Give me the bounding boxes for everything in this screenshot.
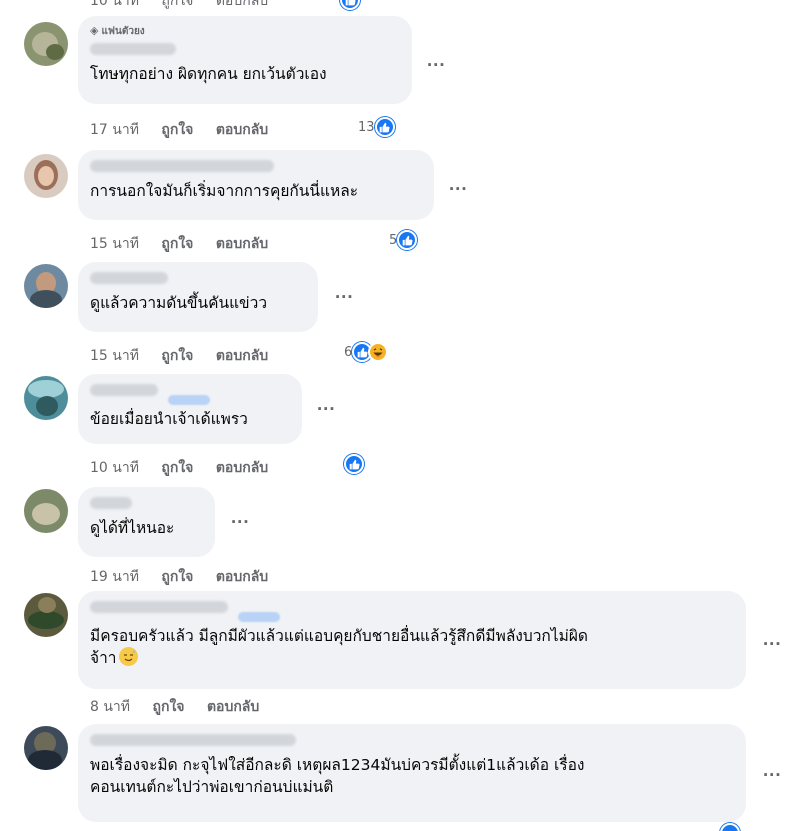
avatar[interactable] bbox=[24, 376, 68, 420]
comment-bubble: ข้อยเมื่อยนำเจ้าเด้แพรว bbox=[78, 374, 302, 444]
avatar[interactable] bbox=[24, 264, 68, 308]
more-options-button[interactable]: ··· bbox=[760, 766, 784, 784]
like-reaction-icon bbox=[720, 823, 740, 831]
commenter-name[interactable] bbox=[90, 384, 158, 396]
comment-bubble: ดูแล้วความดันขึ้นคันแข่วว bbox=[78, 262, 318, 332]
comment-text: ดูได้ที่ไหนอะ bbox=[90, 519, 175, 537]
comment-actions: 15 นาที ถูกใจ ตอบกลับ bbox=[90, 345, 286, 367]
more-options-button[interactable]: ··· bbox=[760, 635, 784, 653]
comment-time: 10 นาที bbox=[90, 460, 139, 476]
reaction-count: 6 bbox=[344, 344, 353, 360]
comment-actions: 15 นาที ถูกใจ ตอบกลับ bbox=[90, 233, 286, 255]
diamond-icon: ◈ bbox=[90, 24, 99, 37]
top-fan-badge: ◈ แฟนตัวยง bbox=[90, 24, 145, 37]
like-link[interactable]: ถูกใจ bbox=[161, 348, 193, 364]
comment-text: การนอกใจมันก็เริ่มจากการคุยกันนี่แหละ bbox=[90, 182, 359, 200]
like-link[interactable]: ถูกใจ bbox=[161, 569, 193, 585]
comment-text: มีครอบครัวแล้ว มีลูกมีผัวแล้วแต่แอบคุยกั… bbox=[90, 627, 588, 667]
like-link[interactable]: ถูกใจ bbox=[161, 0, 193, 9]
like-link[interactable]: ถูกใจ bbox=[161, 460, 193, 476]
comment-bubble: ◈ แฟนตัวยง โทษทุกอย่าง ผิดทุกคน ยกเว้นตัว… bbox=[78, 16, 412, 104]
like-reaction-icon bbox=[374, 117, 395, 137]
comment-time: 17 นาที bbox=[90, 122, 139, 138]
comment-bubble: พอเรื่องจะมิด กะจุไฟใส่อีกละดิ เหตุผล123… bbox=[78, 724, 746, 822]
comment-time: 15 นาที bbox=[90, 236, 139, 252]
reply-link[interactable]: ตอบกลับ bbox=[216, 460, 268, 476]
comment-bubble: มีครอบครัวแล้ว มีลูกมีผัวแล้วแต่แอบคุยกั… bbox=[78, 591, 746, 689]
like-reaction-icon bbox=[340, 0, 360, 10]
reply-link[interactable]: ตอบกลับ bbox=[216, 236, 268, 252]
reaction-summary[interactable] bbox=[344, 454, 364, 474]
like-link[interactable]: ถูกใจ bbox=[161, 122, 193, 138]
avatar[interactable] bbox=[24, 22, 68, 66]
avatar[interactable] bbox=[24, 489, 68, 533]
comment-text: ดูแล้วความดันขึ้นคันแข่วว bbox=[90, 294, 268, 312]
commenter-name[interactable] bbox=[90, 601, 228, 613]
haha-reaction-icon bbox=[368, 342, 389, 362]
comment-time: 19 นาที bbox=[90, 569, 139, 585]
more-options-button[interactable]: ··· bbox=[424, 56, 448, 74]
author-badge bbox=[168, 394, 210, 405]
reaction-summary[interactable]: 5 bbox=[389, 230, 418, 250]
like-reaction-icon bbox=[397, 230, 418, 250]
comment-time: 15 นาที bbox=[90, 348, 139, 364]
comment-text: พอเรื่องจะมิด กะจุไฟใส่อีกละดิ เหตุผล123… bbox=[90, 756, 585, 796]
avatar[interactable] bbox=[24, 154, 68, 198]
commenter-name[interactable] bbox=[90, 497, 132, 509]
comment-actions: 19 นาที ถูกใจ ตอบกลับ bbox=[90, 566, 286, 588]
more-options-button[interactable]: ··· bbox=[446, 180, 470, 198]
avatar[interactable] bbox=[24, 726, 68, 770]
reply-link[interactable]: ตอบกลับ bbox=[216, 569, 268, 585]
commenter-name[interactable] bbox=[90, 160, 274, 172]
comment-bubble: การนอกใจมันก็เริ่มจากการคุยกันนี่แหละ bbox=[78, 150, 434, 220]
reply-link[interactable]: ตอบกลับ bbox=[216, 122, 268, 138]
comment-actions: 8 นาที ถูกใจ ตอบกลับ bbox=[90, 696, 277, 718]
more-options-button[interactable]: ··· bbox=[332, 288, 356, 306]
reaction-summary[interactable]: 13 bbox=[358, 117, 395, 137]
reply-link[interactable]: ตอบกลับ bbox=[216, 348, 268, 364]
avatar[interactable] bbox=[24, 593, 68, 637]
comment-text: โทษทุกอย่าง ผิดทุกคน ยกเว้นตัวเอง bbox=[90, 65, 327, 83]
comment-actions: 17 นาที ถูกใจ ตอบกลับ bbox=[90, 119, 286, 141]
comment-time: 10 นาที bbox=[90, 0, 139, 9]
commenter-name[interactable] bbox=[90, 734, 296, 746]
reaction-count: 5 bbox=[389, 232, 398, 248]
reply-link[interactable]: ตอบกลับ bbox=[216, 0, 268, 9]
previous-comment-actions: 10 นาที ถูกใจ ตอบกลับ bbox=[90, 0, 360, 12]
commenter-name[interactable] bbox=[90, 43, 176, 55]
like-link[interactable]: ถูกใจ bbox=[161, 236, 193, 252]
author-badge bbox=[238, 611, 280, 622]
like-link[interactable]: ถูกใจ bbox=[152, 699, 184, 715]
comment-text: ข้อยเมื่อยนำเจ้าเด้แพรว bbox=[90, 410, 248, 428]
reaction-summary[interactable]: 6 bbox=[344, 342, 389, 362]
comment-actions: 10 นาที ถูกใจ ตอบกลับ bbox=[90, 457, 286, 479]
commenter-name[interactable] bbox=[90, 272, 168, 284]
comment-time: 8 นาที bbox=[90, 699, 131, 715]
more-options-button[interactable]: ··· bbox=[314, 400, 338, 418]
more-options-button[interactable]: ··· bbox=[228, 513, 252, 531]
comment-bubble: ดูได้ที่ไหนอะ bbox=[78, 487, 215, 557]
sweat-smile-emoji-icon bbox=[118, 647, 138, 666]
like-reaction-icon bbox=[344, 454, 364, 474]
reply-link[interactable]: ตอบกลับ bbox=[207, 699, 259, 715]
reaction-count: 13 bbox=[358, 119, 375, 135]
